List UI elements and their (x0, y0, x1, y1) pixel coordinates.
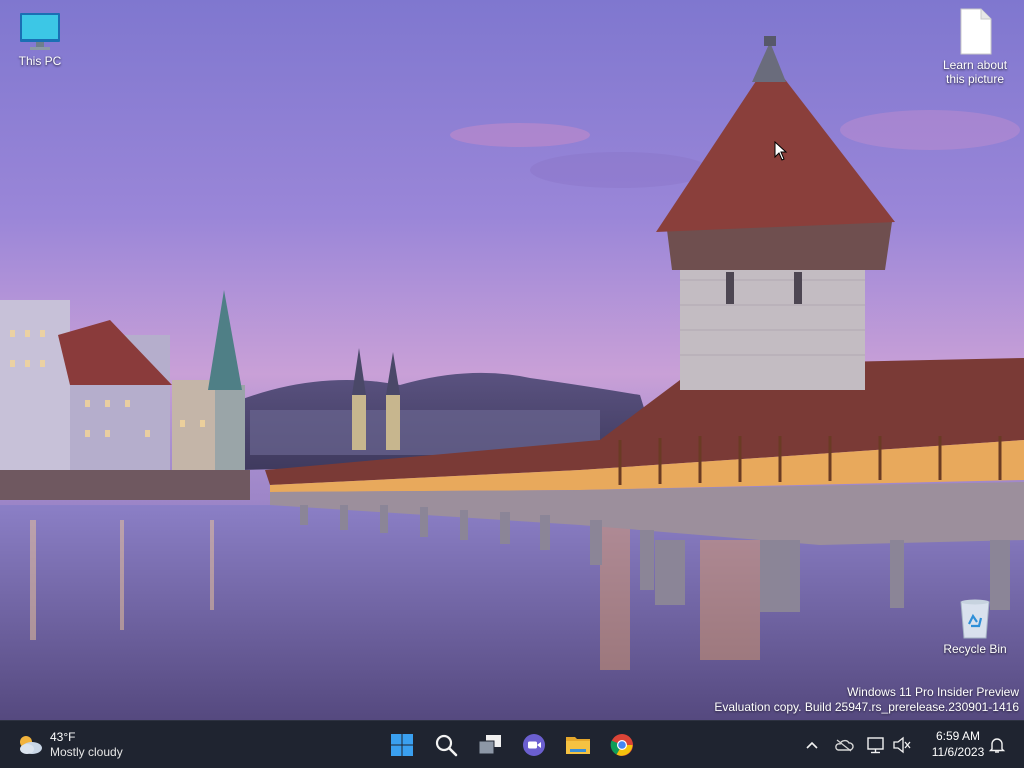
notification-bell-icon (988, 738, 1006, 753)
folder-icon (566, 737, 590, 754)
desktop-icon-label: This PC (18, 54, 62, 68)
desktop-icon-learn-about-picture[interactable]: Learn about this picture (935, 8, 1015, 86)
show-hidden-icons-button[interactable] (800, 733, 824, 757)
volume-button[interactable] (890, 733, 914, 757)
onedrive-icon (835, 739, 854, 752)
start-button[interactable] (384, 727, 420, 763)
desktop-icon-this-pc[interactable]: This PC (0, 12, 80, 68)
chevron-up-icon (806, 741, 818, 749)
mouse-pointer-icon (774, 141, 788, 161)
desktop-icon-label: Learn about this picture (942, 58, 1008, 86)
search-button[interactable] (428, 727, 464, 763)
desktop-icon-recycle-bin[interactable]: Recycle Bin (935, 598, 1015, 656)
document-icon (960, 8, 992, 55)
watermark-line-2: Evaluation copy. Build 25947.rs_prerelea… (714, 700, 1019, 714)
chrome-icon (610, 734, 633, 756)
onedrive-button[interactable] (832, 733, 856, 757)
desktop[interactable]: This PC Learn about this picture Recycle… (0, 0, 1024, 720)
video-chat-icon (523, 734, 545, 756)
recycle-bin-icon (960, 599, 990, 639)
network-button[interactable] (864, 733, 888, 757)
notifications-button[interactable] (985, 733, 1009, 757)
task-view-button[interactable] (472, 727, 508, 763)
chrome-button[interactable] (604, 727, 640, 763)
search-icon (435, 734, 458, 757)
file-explorer-button[interactable] (560, 727, 596, 763)
watermark-line-1: Windows 11 Pro Insider Preview (847, 685, 1019, 699)
wallpaper-image (0, 36, 1024, 720)
windows-evaluation-watermark: Windows 11 Pro Insider Preview Evaluatio… (714, 685, 1019, 715)
windows-start-icon (391, 734, 413, 756)
monitor-icon (20, 13, 60, 50)
partly-cloudy-icon (20, 736, 42, 754)
meet-button[interactable] (516, 727, 552, 763)
weather-condition: Mostly cloudy (50, 745, 123, 759)
weather-temperature: 43°F (50, 730, 76, 744)
task-view-icon (478, 735, 501, 755)
network-icon (867, 737, 884, 754)
weather-widget[interactable]: 43°F Mostly cloudy (16, 729, 146, 761)
speaker-muted-icon (893, 736, 911, 754)
taskbar: 43°F Mostly cloudy 6:59 AM 11/6/2023 (0, 720, 1024, 768)
desktop-icon-label: Recycle Bin (943, 642, 1007, 656)
